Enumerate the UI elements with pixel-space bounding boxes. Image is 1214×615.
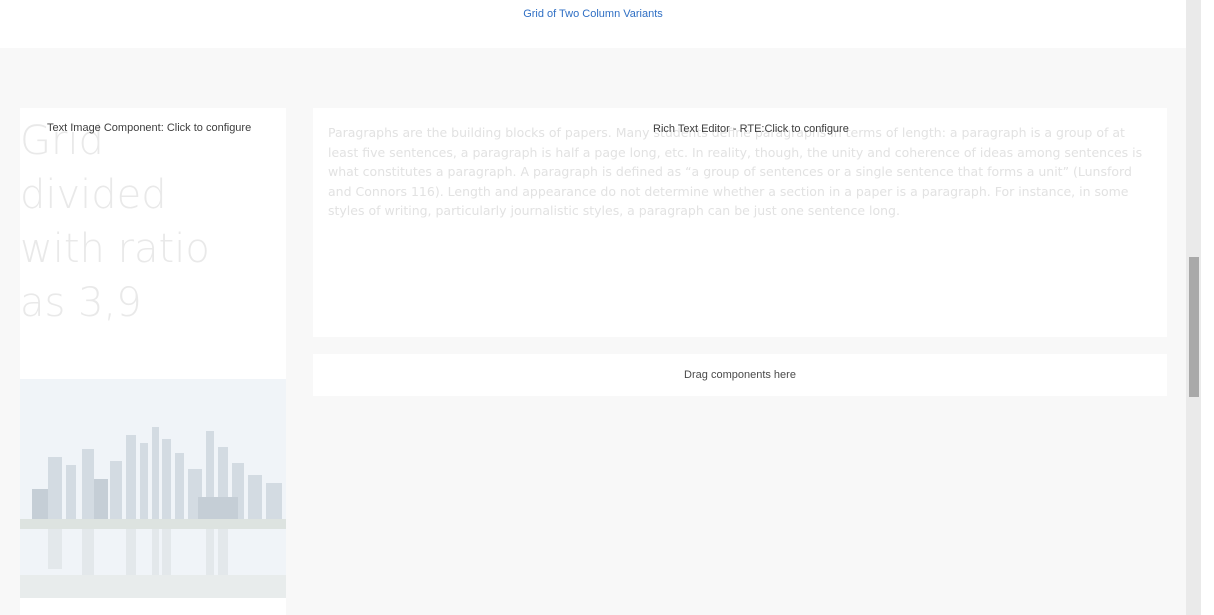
rich-text-editor-component[interactable]: Paragraphs are the building blocks of pa… [313, 108, 1167, 337]
window-edge [1201, 0, 1214, 615]
heading-text: Grid divided with ratio as 3,9 [20, 114, 286, 330]
page-header: Grid of Two Column Variants [0, 0, 1186, 48]
page-title[interactable]: Grid of Two Column Variants [0, 8, 1186, 20]
text-image-component[interactable]: Grid divided with ratio as 3,9 Text Imag… [20, 108, 286, 615]
heading-line: with ratio [20, 226, 210, 272]
drag-components-placeholder[interactable]: Drag components here [313, 354, 1167, 396]
skyline-drawing [20, 379, 286, 598]
text-image-component-label[interactable]: Text Image Component: Click to configure [47, 122, 251, 134]
city-skyline-image [20, 379, 286, 598]
rte-paragraph: Paragraphs are the building blocks of pa… [328, 125, 1143, 218]
scrollbar-thumb[interactable] [1189, 257, 1199, 397]
heading-line: as 3,9 [20, 280, 142, 326]
heading-line: divided [20, 172, 167, 218]
rte-component-label[interactable]: Rich Text Editor - RTE:Click to configur… [653, 123, 849, 135]
